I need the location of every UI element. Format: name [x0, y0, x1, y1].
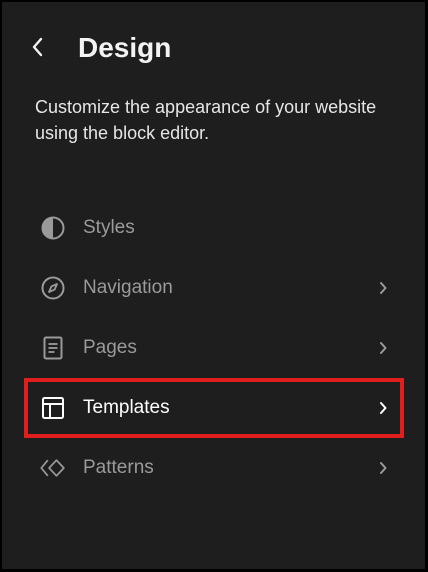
chevron-right-icon [376, 401, 390, 415]
page-icon [40, 335, 66, 361]
menu-item-label: Navigation [83, 277, 173, 298]
page-title: Design [78, 32, 172, 63]
chevron-right-icon [376, 341, 390, 355]
chevron-right-icon [376, 461, 390, 475]
menu-item-patterns[interactable]: Patterns [24, 438, 404, 498]
menu-item-label: Patterns [83, 457, 154, 478]
chevron-right-icon [376, 281, 390, 295]
menu-item-label: Styles [83, 217, 135, 238]
chevron-left-icon [32, 37, 43, 57]
back-button[interactable] [24, 32, 50, 62]
menu-item-label: Pages [83, 337, 137, 358]
symbol-diamond-icon [40, 455, 66, 481]
panel-header: Design [2, 28, 425, 68]
menu-item-navigation[interactable]: Navigation [24, 258, 404, 318]
menu-item-label: Templates [83, 397, 170, 418]
compass-icon [40, 275, 66, 301]
menu-item-styles[interactable]: Styles [24, 198, 404, 258]
menu-item-pages[interactable]: Pages [24, 318, 404, 378]
layout-icon [40, 395, 66, 421]
design-panel: Design Customize the appearance of your … [2, 2, 425, 569]
design-menu: Styles Navigation Pages Templates Patter… [24, 198, 404, 498]
panel-description: Customize the appearance of your website… [35, 97, 377, 143]
half-circle-contrast-icon [40, 215, 66, 241]
menu-item-templates[interactable]: Templates [24, 378, 404, 438]
